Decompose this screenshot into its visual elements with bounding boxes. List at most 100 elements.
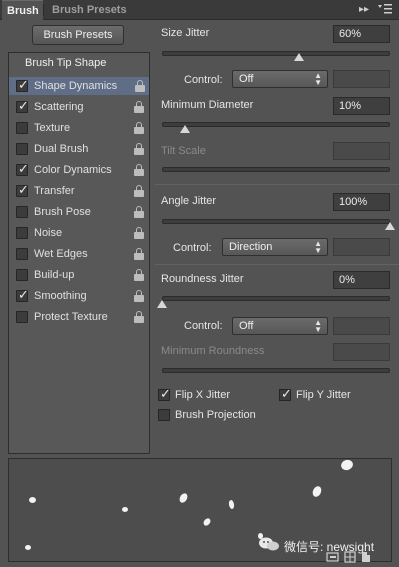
- minimum-roundness-label: Minimum Roundness: [161, 345, 265, 357]
- brush-tip-shape-item[interactable]: Brush Tip Shape: [8, 55, 148, 71]
- size-jitter-slider-thumb[interactable]: [293, 53, 304, 61]
- flip-y-checkbox[interactable]: ✓: [279, 386, 292, 401]
- checkbox[interactable]: [16, 269, 28, 281]
- option-label: Protect Texture: [34, 311, 108, 323]
- checkbox[interactable]: ✓: [16, 77, 29, 92]
- brush-projection-checkbox[interactable]: [158, 409, 170, 421]
- option-scattering[interactable]: ✓ Scattering: [12, 98, 148, 116]
- checkbox[interactable]: [16, 311, 28, 323]
- option-label: Brush Pose: [34, 206, 91, 218]
- control-label: Control:: [184, 320, 223, 332]
- lock-icon[interactable]: [134, 311, 144, 323]
- brush-dab: [25, 545, 31, 550]
- roundness-jitter-slider-thumb[interactable]: [157, 300, 167, 308]
- select-value: Direction: [229, 241, 273, 253]
- option-label: Shape Dynamics: [34, 80, 118, 92]
- updown-arrows-icon: ▲ ▼: [314, 239, 322, 255]
- option-wet-edges[interactable]: Wet Edges: [12, 245, 148, 263]
- lock-icon[interactable]: [134, 101, 144, 113]
- option-protect-texture[interactable]: Protect Texture: [12, 308, 148, 326]
- tab-brush-presets[interactable]: Brush Presets: [52, 0, 127, 20]
- brush-dab: [29, 497, 36, 503]
- size-jitter-input[interactable]: 60%: [333, 25, 390, 43]
- size-jitter-control-select[interactable]: Off ▲ ▼: [232, 70, 328, 88]
- option-smoothing[interactable]: ✓ Smoothing: [12, 287, 148, 305]
- option-label: Scattering: [34, 101, 84, 113]
- minimum-diameter-slider-thumb[interactable]: [179, 125, 190, 133]
- tab-brush[interactable]: Brush: [2, 0, 43, 20]
- checkbox[interactable]: [16, 206, 28, 218]
- brush-preview-icon[interactable]: [326, 551, 340, 563]
- lock-icon[interactable]: [134, 248, 144, 260]
- option-label: Dual Brush: [34, 143, 89, 155]
- size-jitter-control-field: [333, 70, 390, 88]
- roundness-jitter-label: Roundness Jitter: [161, 273, 244, 285]
- roundness-jitter-control-select[interactable]: Off ▲ ▼: [232, 317, 328, 335]
- updown-arrows-icon: ▲ ▼: [314, 318, 322, 334]
- angle-jitter-slider[interactable]: [162, 219, 390, 224]
- divider: [155, 184, 399, 185]
- updown-arrows-icon: ▲ ▼: [314, 71, 322, 87]
- checkbox[interactable]: [16, 227, 28, 239]
- grid-icon[interactable]: [344, 551, 356, 563]
- option-label: Texture: [34, 122, 71, 134]
- checkbox[interactable]: ✓: [16, 182, 29, 197]
- double-chevron-right-icon[interactable]: ▸▸: [358, 3, 370, 17]
- lock-icon[interactable]: [134, 269, 144, 281]
- angle-jitter-control-field: [333, 238, 390, 256]
- option-color-dynamics[interactable]: ✓ Color Dynamics: [12, 161, 148, 179]
- lock-icon[interactable]: [134, 227, 144, 239]
- angle-jitter-input[interactable]: 100%: [333, 193, 390, 211]
- select-value: Off: [239, 320, 254, 332]
- option-dual-brush[interactable]: Dual Brush: [12, 140, 148, 158]
- tilt-scale-input: [333, 142, 390, 160]
- checkbox[interactable]: [16, 122, 28, 134]
- tilt-scale-label: Tilt Scale: [161, 145, 206, 157]
- brush-dab: [122, 507, 128, 512]
- roundness-jitter-control-field: [333, 317, 390, 335]
- checkbox[interactable]: [16, 248, 28, 260]
- angle-jitter-control-select[interactable]: Direction ▲ ▼: [222, 238, 328, 256]
- angle-jitter-slider-thumb[interactable]: [385, 222, 395, 230]
- lock-icon[interactable]: [134, 185, 144, 197]
- panel-menu-icon[interactable]: [377, 3, 393, 17]
- lock-icon[interactable]: [134, 206, 144, 218]
- checkbox[interactable]: ✓: [16, 161, 29, 176]
- lock-icon[interactable]: [135, 80, 145, 92]
- brush-presets-button[interactable]: Brush Presets: [32, 25, 124, 45]
- size-jitter-label: Size Jitter: [161, 27, 210, 39]
- option-noise[interactable]: Noise: [12, 224, 148, 242]
- option-brush-pose[interactable]: Brush Pose: [12, 203, 148, 221]
- select-value: Off: [239, 73, 254, 85]
- minimum-diameter-input[interactable]: 10%: [333, 97, 390, 115]
- lock-icon[interactable]: [134, 164, 144, 176]
- checkbox[interactable]: [16, 143, 28, 155]
- option-shape-dynamics[interactable]: ✓ Shape Dynamics: [9, 77, 149, 95]
- option-label: Smoothing: [34, 290, 87, 302]
- minimum-diameter-label: Minimum Diameter: [161, 99, 254, 111]
- roundness-jitter-input[interactable]: 0%: [333, 271, 390, 289]
- option-label: Build-up: [34, 269, 75, 281]
- tab-divider: [43, 4, 44, 16]
- checkbox[interactable]: ✓: [16, 98, 29, 113]
- divider: [155, 264, 399, 265]
- option-transfer[interactable]: ✓ Transfer: [12, 182, 148, 200]
- flip-x-label: Flip X Jitter: [175, 389, 231, 401]
- lock-icon[interactable]: [134, 122, 144, 134]
- minimum-diameter-slider[interactable]: [162, 122, 390, 127]
- minimum-roundness-slider: [162, 368, 390, 373]
- roundness-jitter-slider[interactable]: [162, 296, 390, 301]
- checkbox[interactable]: ✓: [16, 287, 29, 302]
- flip-x-checkbox[interactable]: ✓: [158, 386, 171, 401]
- option-label: Color Dynamics: [34, 164, 112, 176]
- lock-icon[interactable]: [134, 143, 144, 155]
- option-texture[interactable]: Texture: [12, 119, 148, 137]
- control-label: Control:: [173, 242, 212, 254]
- angle-jitter-label: Angle Jitter: [161, 195, 217, 207]
- size-jitter-slider[interactable]: [162, 51, 390, 56]
- lock-icon[interactable]: [134, 290, 144, 302]
- option-label: Transfer: [34, 185, 75, 197]
- option-build-up[interactable]: Build-up: [12, 266, 148, 284]
- new-preset-icon[interactable]: [360, 551, 372, 563]
- option-label: Noise: [34, 227, 63, 239]
